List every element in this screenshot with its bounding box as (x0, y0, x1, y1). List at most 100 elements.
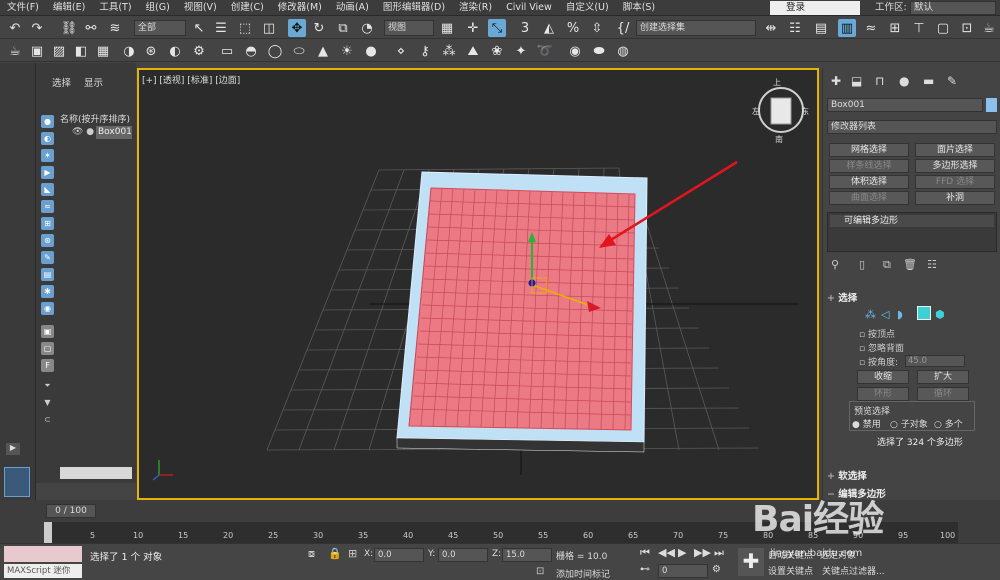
menu-file[interactable]: 文件(F) (0, 0, 46, 16)
helper-filter-icon[interactable]: ◣ (41, 183, 54, 196)
menu-view[interactable]: 视图(V) (177, 0, 224, 16)
time-slider-thumb[interactable]: 0 / 100 (46, 504, 96, 518)
select-manipulate-icon[interactable]: ✛ (464, 19, 482, 37)
make-unique-icon[interactable]: ⧉ (883, 258, 891, 272)
menu-modifiers[interactable]: 修改器(M) (271, 0, 329, 16)
config-sets-icon[interactable]: ☷ (927, 258, 937, 271)
time-config-icon[interactable]: ⚙ (712, 564, 721, 575)
display-tab-icon[interactable]: ▬ (923, 74, 934, 88)
select-by-name-icon[interactable]: ☰ (212, 19, 230, 37)
smooth-icon[interactable]: ◑ (120, 42, 138, 60)
camera-filter-icon[interactable]: ▶ (41, 166, 54, 179)
container-filter-icon[interactable]: ▤ (41, 268, 54, 281)
material-icon[interactable]: ◧ (72, 42, 90, 60)
by-vertex-checkbox[interactable]: ▫ 按顶点 (859, 327, 895, 340)
blue-sphere-icon[interactable]: ◉ (566, 42, 584, 60)
preview-subobj-radio[interactable]: ○ 子对象 (890, 417, 928, 430)
unlink-icon[interactable]: ⚯ (82, 19, 100, 37)
lathe-icon[interactable]: ◐ (166, 42, 184, 60)
snaps-toggle-icon[interactable]: 3 (516, 19, 534, 37)
menu-customize[interactable]: 自定义(U) (559, 0, 616, 16)
menu-create[interactable]: 创建(C) (224, 0, 271, 16)
cap-holes-button[interactable]: 补洞 (915, 191, 995, 205)
stack-item[interactable]: 可编辑多边形 (830, 215, 994, 227)
undo-icon[interactable]: ↶ (6, 19, 24, 37)
geometry-filter-icon[interactable]: ● (41, 115, 54, 128)
play-icon[interactable]: ▶ (678, 546, 686, 559)
shrink-button[interactable]: 收缩 (857, 370, 909, 384)
shape-filter-icon[interactable]: ◐ (41, 132, 54, 145)
window-crossing-icon[interactable]: ◫ (260, 19, 278, 37)
ring-button[interactable]: 环形 (857, 387, 909, 401)
vol-select-button[interactable]: 体积选择 (829, 175, 909, 189)
funnel-icon[interactable]: ▼ (41, 396, 54, 409)
menu-animation[interactable]: 动画(A) (329, 0, 376, 16)
curve-editor-icon[interactable]: ≈ (862, 19, 880, 37)
eye-filter-icon[interactable]: ◉ (41, 302, 54, 315)
y-coord-field[interactable]: 0.0 (438, 548, 488, 562)
z-coord-field[interactable]: 15.0 (502, 548, 552, 562)
selection-filter-dropdown[interactable]: 全部 (134, 20, 186, 36)
render-frame-icon[interactable]: ▣ (28, 42, 46, 60)
hemisphere-icon[interactable]: ◓ (242, 42, 260, 60)
loop-button[interactable]: 循环 (917, 387, 969, 401)
angle-spinner[interactable]: 45.0 (905, 355, 965, 367)
bevel-icon[interactable]: ⊛ (142, 42, 160, 60)
render-icon[interactable]: ☕ (980, 19, 998, 37)
viewcube[interactable]: 上 左 东 南 (752, 78, 809, 144)
spline-icon[interactable]: ➰ (536, 42, 554, 60)
ffd-select-button[interactable]: FFD 选择 (915, 175, 995, 189)
current-frame-field[interactable]: 0 (658, 564, 708, 578)
film-icon[interactable]: ▦ (94, 42, 112, 60)
place-icon[interactable]: ◔ (358, 19, 376, 37)
preview-disabled-radio[interactable]: ● 禁用 (852, 417, 881, 430)
login-dropdown[interactable]: 登录 (770, 1, 860, 15)
named-selection-dropdown[interactable]: 创建选择集 (636, 20, 756, 36)
add-time-tag[interactable]: 添加时间标记 (556, 567, 610, 580)
select-object-icon[interactable]: ↖ (190, 19, 208, 37)
border-icon[interactable]: ◗ (897, 308, 903, 321)
patch-select-button[interactable]: 面片选择 (915, 143, 995, 157)
menu-group[interactable]: 组(G) (139, 0, 177, 16)
toggle-ribbon-icon[interactable]: ▥ (838, 19, 856, 37)
vertex-icon[interactable]: ⁂ (865, 308, 876, 321)
select-rollout-header[interactable]: + 选择 (827, 290, 995, 304)
edge-icon[interactable]: ◁ (881, 308, 889, 321)
menu-scripting[interactable]: 脚本(S) (616, 0, 662, 16)
workspace-dropdown[interactable]: 默认 (910, 1, 996, 15)
bind-spacewarp-icon[interactable]: ≋ (106, 19, 124, 37)
lock-selection-icon[interactable]: 🔒 (328, 547, 342, 560)
element-icon[interactable]: ⬢ (935, 308, 945, 321)
link-chain-icon[interactable]: ⊂ (41, 413, 54, 426)
spacewarp-filter-icon[interactable]: ≈ (41, 200, 54, 213)
picture-icon[interactable]: ▨ (50, 42, 68, 60)
doc3-icon[interactable]: F (41, 359, 54, 372)
by-angle-checkbox[interactable]: ▫ 按角度: (859, 355, 898, 368)
rotate-icon[interactable]: ↻ (310, 19, 328, 37)
object-color-swatch[interactable] (986, 98, 997, 112)
soft-select-rollout-header[interactable]: + 软选择 (827, 468, 995, 482)
menu-edit[interactable]: 编辑(E) (46, 0, 92, 16)
isolate-icon[interactable]: ⧇ (308, 547, 315, 561)
mesh-select-button[interactable]: 网格选择 (829, 143, 909, 157)
menu-rendering[interactable]: 渲染(R) (452, 0, 499, 16)
key-filters-button[interactable]: 关键点过滤器... (822, 564, 885, 577)
scale-icon[interactable]: ⧉ (334, 19, 352, 37)
poly-select-button[interactable]: 多边形选择 (915, 159, 995, 173)
spinner-snap-icon[interactable]: ⇳ (588, 19, 606, 37)
mirror-icon[interactable]: ⇹ (762, 19, 780, 37)
modifier-list-dropdown[interactable]: 修改器列表 (827, 120, 997, 134)
prev-frame-icon[interactable]: ◀◀ (658, 546, 675, 559)
angle-snap-icon[interactable]: ◭ (540, 19, 558, 37)
layer-explorer-icon[interactable]: ▤ (812, 19, 830, 37)
pivot-center-icon[interactable]: ▦ (438, 19, 456, 37)
schematic-view-icon[interactable]: ⊞ (886, 19, 904, 37)
set-key-big-icon[interactable]: ✚ (738, 548, 764, 576)
x-coord-field[interactable]: 0.0 (374, 548, 424, 562)
terrain-icon[interactable]: ⛰ (464, 42, 482, 60)
doc-icon[interactable]: ▣ (41, 325, 54, 338)
scatter-icon[interactable]: ⁂ (440, 42, 458, 60)
keyboard-shortcut-icon[interactable]: ⤡ (488, 19, 506, 37)
time-tag-icon[interactable]: ⊡ (536, 566, 544, 577)
sort-header[interactable]: 名称(按升序排序) (60, 112, 130, 125)
